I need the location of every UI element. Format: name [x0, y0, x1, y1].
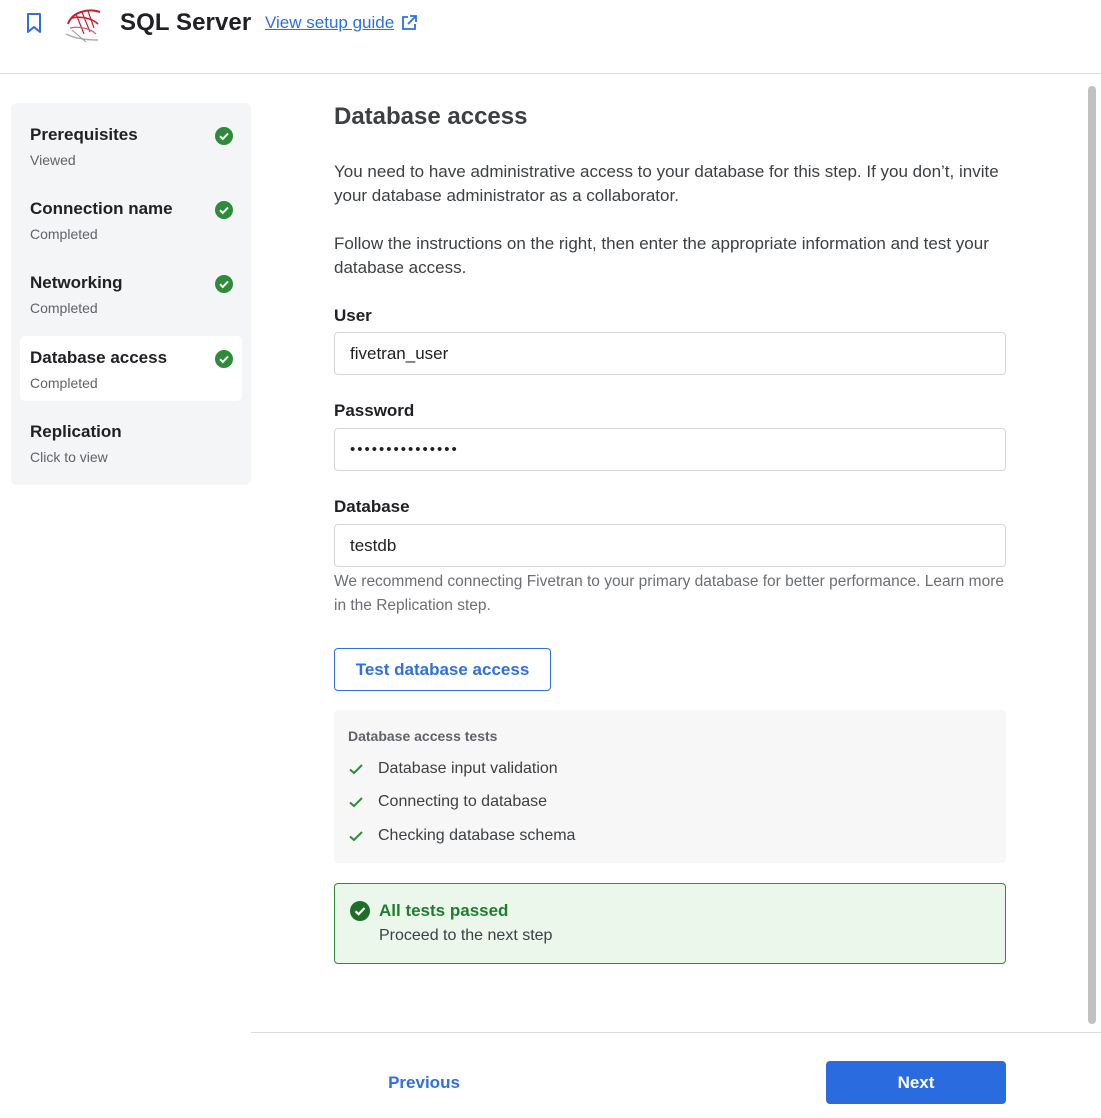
check-circle-icon: [215, 350, 233, 368]
step-title: Prerequisites: [30, 125, 138, 144]
setup-guide-link[interactable]: View setup guide: [265, 13, 418, 33]
database-input[interactable]: testdb: [334, 524, 1006, 567]
sidebar-step-connection-name[interactable]: Connection name Completed: [20, 187, 242, 252]
result-title: All tests passed: [379, 901, 509, 920]
tests-passed-banner: All tests passed Proceed to the next ste…: [334, 883, 1006, 964]
check-circle-icon: [215, 275, 233, 293]
test-item: Connecting to database: [348, 793, 547, 811]
database-label: Database: [334, 497, 410, 516]
test-item: Checking database schema: [348, 827, 575, 845]
sidebar-step-database-access[interactable]: Database access Completed: [20, 336, 242, 401]
check-circle-icon: [215, 201, 233, 219]
scrollbar-thumb[interactable]: [1088, 86, 1096, 1024]
step-status: Completed: [30, 226, 98, 242]
instructions-text: Follow the instructions on the right, th…: [334, 234, 989, 277]
previous-button[interactable]: Previous: [362, 1062, 486, 1104]
check-circle-icon: [215, 127, 233, 145]
sql-server-logo: [65, 9, 101, 43]
check-icon: [349, 764, 363, 775]
password-input[interactable]: •••••••••••••••: [334, 428, 1006, 471]
page-title: Database access: [334, 103, 528, 130]
test-item-label: Connecting to database: [378, 793, 548, 810]
sidebar-step-replication[interactable]: Replication Click to view: [20, 410, 242, 475]
intro-text: You need to have administrative access t…: [334, 162, 999, 205]
tests-title: Database access tests: [348, 728, 498, 744]
test-item-label: Database input validation: [378, 760, 558, 777]
step-status: Completed: [30, 375, 98, 391]
step-title: Networking: [30, 273, 123, 292]
step-title: Database access: [30, 348, 168, 367]
password-label: Password: [334, 401, 415, 420]
check-icon: [349, 797, 363, 808]
test-item: Database input validation: [348, 760, 558, 778]
step-title: Replication: [30, 422, 122, 441]
user-label: User: [334, 306, 372, 325]
check-circle-icon: [350, 901, 370, 921]
bookmark-icon[interactable]: [25, 12, 43, 34]
step-status: Click to view: [30, 449, 108, 465]
setup-guide-link-text[interactable]: View setup guide: [265, 13, 394, 33]
footer-divider: [251, 1032, 1101, 1033]
test-item-label: Checking database schema: [378, 827, 576, 844]
step-status: Viewed: [30, 152, 76, 168]
step-title: Connection name: [30, 199, 173, 218]
sidebar-step-prerequisites[interactable]: Prerequisites Viewed: [20, 113, 242, 178]
next-button[interactable]: Next: [826, 1061, 1006, 1104]
result-subtitle: Proceed to the next step: [379, 927, 553, 944]
step-status: Completed: [30, 300, 98, 316]
sidebar-step-networking[interactable]: Networking Completed: [20, 261, 242, 326]
user-input[interactable]: fivetran_user: [334, 332, 1006, 375]
access-tests-panel: Database access tests Database input val…: [334, 710, 1006, 863]
app-title: SQL Server: [120, 9, 252, 36]
test-database-access-button[interactable]: Test database access: [334, 648, 551, 691]
page-header: SQL Server View setup guide: [0, 0, 1101, 74]
database-helper-text: We recommend connecting Fivetran to your…: [334, 573, 1004, 614]
check-icon: [349, 831, 363, 842]
step-sidebar: Prerequisites Viewed Connection name Com…: [11, 103, 251, 485]
external-link-icon: [402, 15, 418, 30]
